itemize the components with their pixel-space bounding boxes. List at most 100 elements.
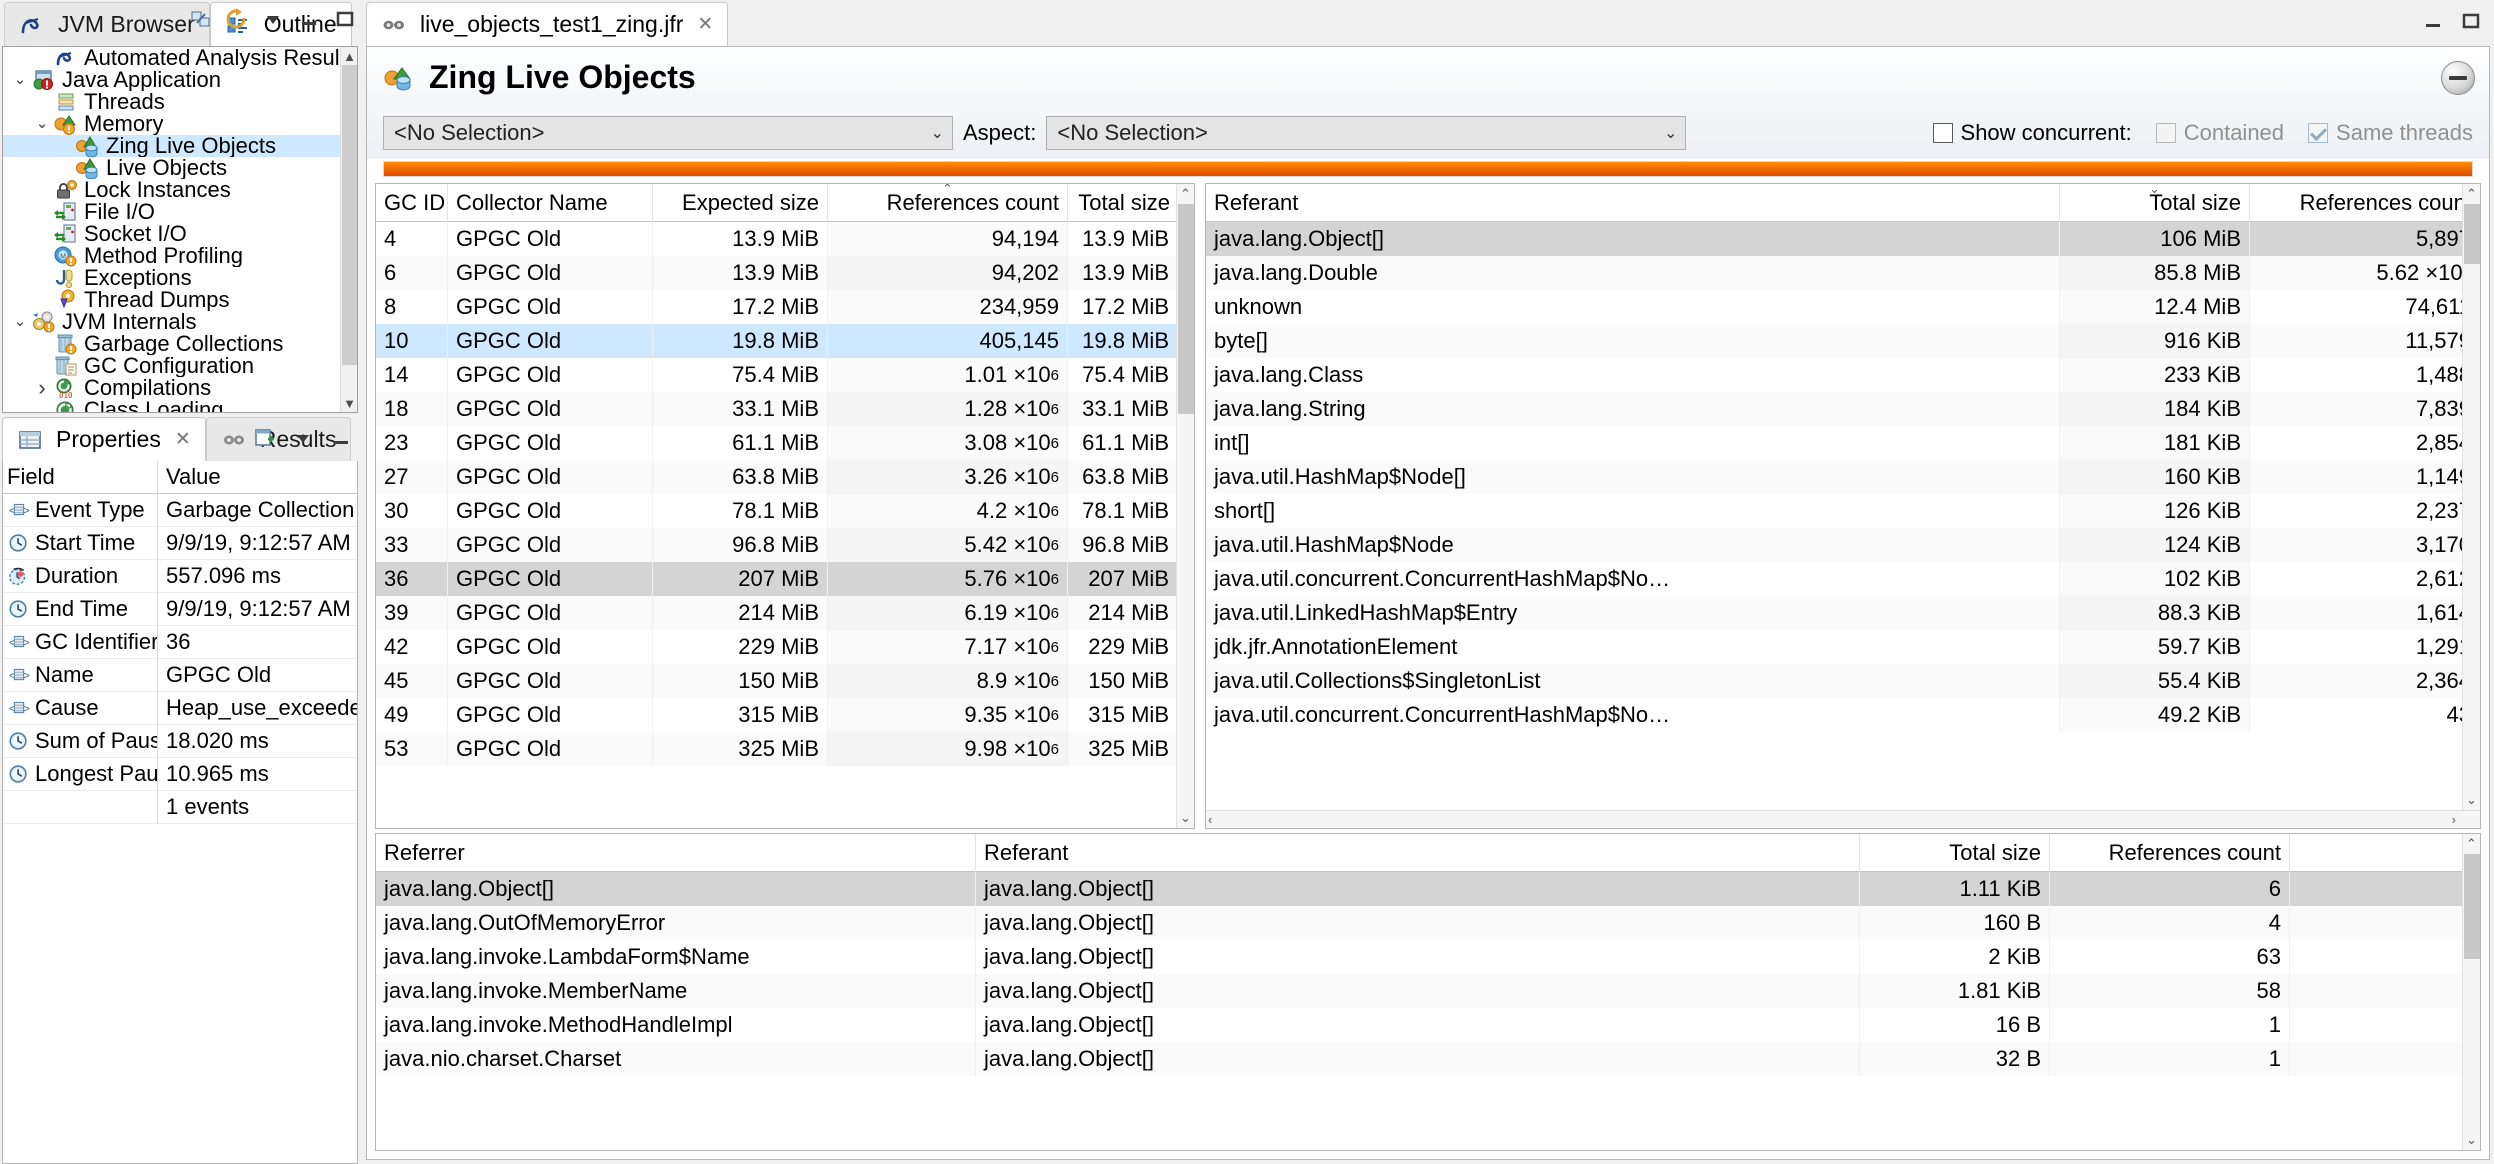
properties-row[interactable]: Longest Pause 10.965 ms [3,757,357,791]
properties-col-value[interactable]: Value [158,464,221,490]
collapse-section-button[interactable] [2441,61,2475,95]
referrer-table-row[interactable]: java.nio.charset.Charset java.lang.Object… [376,1042,2480,1076]
tree-item-garbage-collections[interactable]: Garbage Collections [3,333,357,355]
scrollbar-thumb[interactable] [2463,854,2480,959]
view-menu-icon[interactable] [260,6,286,32]
same-threads-checkbox[interactable] [2308,123,2329,143]
gc-table-row[interactable]: 53 GPGC Old 325 MiB 9.98 ×10 6 325 MiB [376,732,1194,766]
referant-table-scrollbar[interactable]: ⌃ ⌄ [2462,184,2480,810]
gc-table-row[interactable]: 30 GPGC Old 78.1 MiB 4.2 ×10 6 78.1 MiB [376,494,1194,528]
minimize-icon[interactable] [2420,8,2446,34]
referant-col-total-size[interactable]: ⌄ Total size [2060,183,2250,222]
referant-table-row[interactable]: java.util.LinkedHashMap$Entry 88.3 KiB 1,6… [1206,596,2480,630]
referant-table-row[interactable]: byte[] 916 KiB 11,579 [1206,324,2480,358]
gc-col-references-count[interactable]: ⌃ References count [828,183,1068,222]
referrer-col-referrer[interactable]: Referrer [376,833,976,872]
scroll-down-icon[interactable]: ⌄ [2463,790,2481,810]
tree-item-automated-analysis-results[interactable]: Automated Analysis Results [3,47,357,69]
outline-tree-scrollbar[interactable]: ▲ ▼ [340,47,357,412]
contained-checkbox[interactable] [2155,123,2176,143]
referant-table-row[interactable]: java.util.Collections$SingletonList 55.4 … [1206,664,2480,698]
selection-dropdown[interactable]: <No Selection> ⌄ [383,116,953,150]
properties-row[interactable]: <>Cause Heap_use_exceede… [3,691,357,725]
tree-item-gc-configuration[interactable]: GC Configuration [3,355,357,377]
referrer-table[interactable]: Referrer Referant Total size References … [375,833,2481,1151]
gc-table-row[interactable]: 49 GPGC Old 315 MiB 9.35 ×10 6 315 MiB [376,698,1194,732]
gc-table-row[interactable]: 8 GPGC Old 17.2 MiB 234,959 17.2 MiB [376,290,1194,324]
tree-item-lock-instances[interactable]: Lock Instances [3,179,357,201]
tab-jfr-file[interactable]: live_objects_test1_zing.jfr ✕ [366,2,729,46]
referant-table-row[interactable]: unknown 12.4 MiB 74,611 [1206,290,2480,324]
tree-item-method-profiling[interactable]: M Method Profiling [3,245,357,267]
gc-table[interactable]: GC ID Collector Name Expected size ⌃ Ref… [375,183,1195,829]
referant-table-row[interactable]: java.lang.Object[] 106 MiB 5,897 [1206,222,2480,256]
scrollbar-thumb[interactable] [1177,204,1194,414]
referant-table-row[interactable]: java.lang.Class 233 KiB 1,488 [1206,358,2480,392]
tab-jvm-browser[interactable]: JVM Browser [4,2,210,46]
gc-table-row[interactable]: 14 GPGC Old 75.4 MiB 1.01 ×10 6 75.4 MiB [376,358,1194,392]
referant-horizontal-scrollbar[interactable]: ‹ › [1206,810,2480,828]
referant-table-row[interactable]: int[] 181 KiB 2,854 [1206,426,2480,460]
properties-row[interactable]: Sum of Pauses 18.020 ms [3,724,357,758]
scrollbar-thumb[interactable] [342,65,357,365]
properties-row[interactable]: End Time 9/9/19, 9:12:57 AM [3,592,357,626]
gc-table-row[interactable]: 36 GPGC Old 207 MiB 5.76 ×10 6 207 MiB [376,562,1194,596]
scroll-up-icon[interactable]: ⌃ [2463,184,2481,204]
properties-row[interactable]: Duration 557.096 ms [3,559,357,593]
tree-item-thread-dumps[interactable]: Thread Dumps [3,289,357,311]
properties-row[interactable]: < > Event Type Garbage Collection [3,493,357,527]
close-icon[interactable]: ✕ [175,428,191,451]
referrer-col-referant[interactable]: Referant [976,833,1860,872]
gc-table-row[interactable]: 45 GPGC Old 150 MiB 8.9 ×10 6 150 MiB [376,664,1194,698]
referrer-col-total-size[interactable]: Total size [1860,833,2050,872]
tree-item-threads[interactable]: Threads [3,91,357,113]
referant-table-row[interactable]: java.util.HashMap$Node 124 KiB 3,170 [1206,528,2480,562]
referant-col-referant[interactable]: Referant [1206,183,2060,222]
referrer-table-row[interactable]: java.lang.invoke.MemberName java.lang.Obj… [376,974,2480,1008]
chevron-down-icon[interactable]: ⌄ [31,113,53,135]
tree-item-file-i-o[interactable]: File I/O [3,201,357,223]
referrer-table-row[interactable]: java.lang.invoke.LambdaForm$Name java.lan… [376,940,2480,974]
link-icon[interactable] [188,6,214,32]
properties-row[interactable]: < > GC Identifier 36 [3,625,357,659]
referant-table-row[interactable]: java.util.concurrent.ConcurrentHashMap$N… [1206,562,2480,596]
referrer-table-scrollbar[interactable]: ⌃ ⌄ [2462,834,2480,1150]
scroll-track[interactable] [1177,204,1195,808]
scroll-left-icon[interactable]: ‹ [1208,812,1212,827]
tree-item-memory[interactable]: ⌄ Memory [3,113,357,135]
chevron-right-icon[interactable]: › [31,377,53,399]
referant-table[interactable]: Referant ⌄ Total size References count j… [1205,183,2481,829]
minimize-icon[interactable] [296,6,322,32]
tab-properties[interactable]: Properties ✕ [2,417,206,461]
scroll-up-icon[interactable]: ▲ [341,47,357,65]
gc-table-row[interactable]: 6 GPGC Old 13.9 MiB 94,202 13.9 MiB [376,256,1194,290]
referant-table-row[interactable]: java.lang.Double85.8 MiB5.62 ×106 [1206,256,2480,290]
maximize-icon[interactable] [332,6,358,32]
referrer-table-row[interactable]: java.lang.Object[] java.lang.Object[] 1.11… [376,872,2480,906]
chevron-down-icon[interactable]: ⌄ [9,69,31,91]
gc-table-scrollbar[interactable]: ⌃ ⌄ [1176,184,1194,828]
refresh-icon[interactable] [224,6,250,32]
gc-table-row[interactable]: 18 GPGC Old 33.1 MiB 1.28 ×10 6 33.1 MiB [376,392,1194,426]
scroll-down-icon[interactable]: ▼ [341,394,357,412]
new-view-icon[interactable] [252,425,278,451]
tree-item-java-application[interactable]: ⌄ Java Application [3,69,357,91]
show-concurrent-checkbox[interactable] [1932,123,1953,143]
maximize-icon[interactable] [2458,8,2484,34]
referrer-table-row[interactable]: java.lang.OutOfMemoryError java.lang.Obje… [376,906,2480,940]
view-menu-icon[interactable] [290,425,316,451]
referant-table-row[interactable]: java.util.concurrent.ConcurrentHashMap$N… [1206,698,2480,732]
tree-item-zing-live-objects[interactable]: Zing Live Objects [3,135,357,157]
gc-table-row[interactable]: 33 GPGC Old 96.8 MiB 5.42 ×10 6 96.8 MiB [376,528,1194,562]
properties-row[interactable]: 1 events [3,790,357,824]
referant-table-row[interactable]: jdk.jfr.AnnotationElement 59.7 KiB 1,291 [1206,630,2480,664]
referant-table-row[interactable]: java.util.HashMap$Node[] 160 KiB 1,149 [1206,460,2480,494]
referant-table-row[interactable]: java.lang.String 184 KiB 7,839 [1206,392,2480,426]
scroll-up-icon[interactable]: ⌃ [1177,184,1195,204]
gc-col-expected-size[interactable]: Expected size [653,183,828,222]
properties-row[interactable]: Start Time 9/9/19, 9:12:57 AM [3,526,357,560]
gc-col-collector-name[interactable]: Collector Name [448,183,653,222]
properties-row[interactable]: < > Name GPGC Old [3,658,357,692]
referrer-table-row[interactable]: java.lang.invoke.MethodHandleImpl java.la… [376,1008,2480,1042]
gc-table-row[interactable]: 27 GPGC Old 63.8 MiB 3.26 ×10 6 63.8 MiB [376,460,1194,494]
